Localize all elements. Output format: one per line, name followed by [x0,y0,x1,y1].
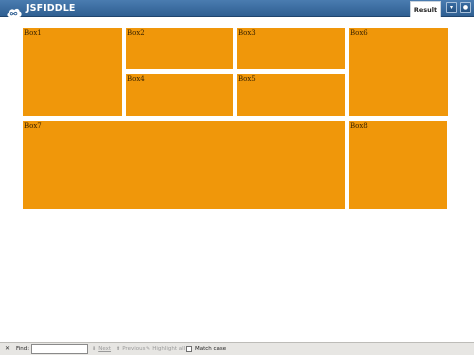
highlight-icon: ✎ [146,346,151,352]
logo-text: JSFIDDLE [26,3,76,14]
highlight-all-label: Highlight all [152,346,186,352]
arrow-down-icon: ⬇ [92,346,97,352]
find-label: Find: [16,346,30,352]
find-previous-button[interactable]: ⬆ Previous [116,346,145,352]
box-label: Box3 [238,29,256,37]
box-8: Box8 [349,121,447,209]
box-label: Box7 [24,122,42,130]
box-7: Box7 [23,121,345,209]
dropdown-toggle-icon[interactable]: ▾ [446,2,457,13]
arrow-up-icon: ⬆ [116,346,121,352]
find-previous-label: Previous [122,346,146,352]
settings-icon[interactable]: ● [460,2,471,13]
box-6: Box6 [349,28,448,116]
find-next-button[interactable]: ⬇ Next [92,346,111,352]
box-4: Box4 [126,74,233,116]
box-3: Box3 [237,28,345,69]
match-case-label: Match case [195,346,227,352]
match-case-checkbox[interactable] [186,346,192,352]
jsfiddle-logo[interactable]: JSFIDDLE [6,2,76,17]
box-label: Box4 [127,75,145,83]
highlight-all-button[interactable]: ✎ Highlight all [146,346,185,352]
jsfiddle-header: JSFIDDLE Result ▾ ● [0,0,474,17]
box-5: Box5 [237,74,345,116]
find-input[interactable] [31,344,88,354]
box-label: Box6 [350,29,368,37]
find-bar: ✕ Find: ⬇ Next ⬆ Previous ✎ Highlight al… [0,342,474,355]
box-2: Box2 [126,28,233,69]
box-label: Box5 [238,75,256,83]
box-label: Box2 [127,29,145,37]
box-label: Box1 [24,29,42,37]
box-label: Box8 [350,122,368,130]
close-icon[interactable]: ✕ [5,345,10,352]
box-1: Box1 [23,28,122,116]
find-next-label: Next [98,346,112,352]
cloud-logo-icon [6,3,23,17]
tab-result[interactable]: Result [410,1,441,17]
